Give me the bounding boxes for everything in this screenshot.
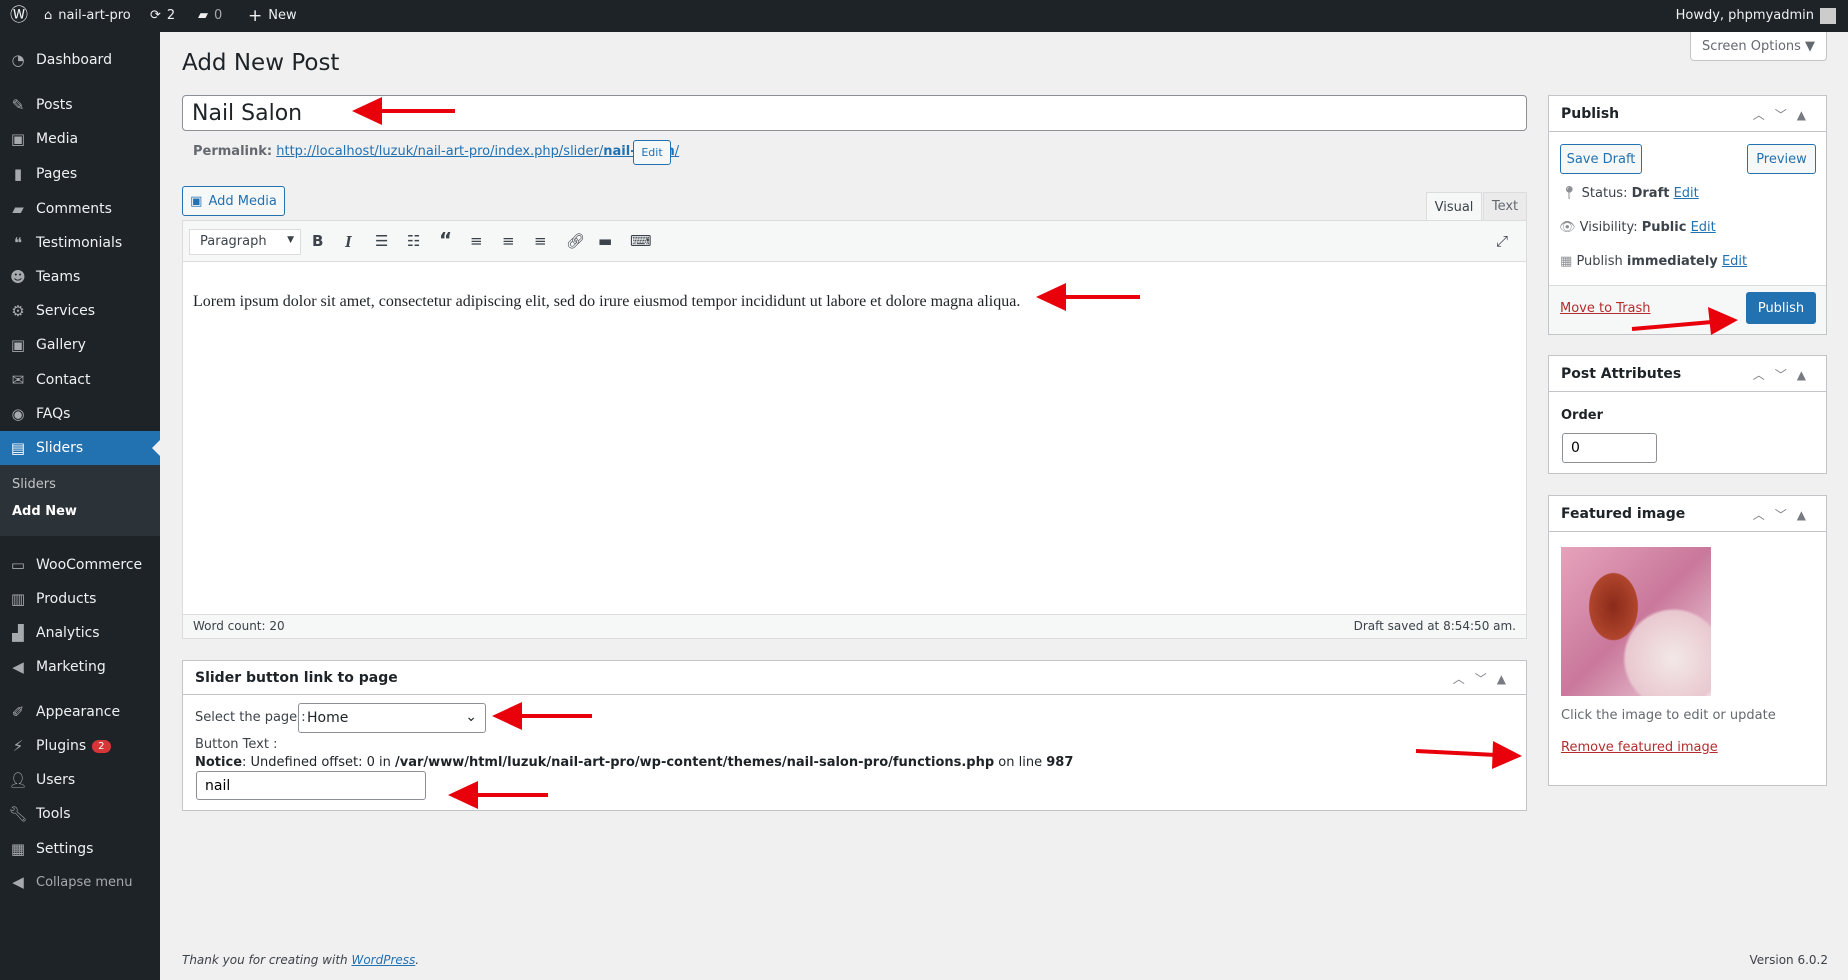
arrow-icon [1036,283,1066,311]
arrow-icon [448,781,478,809]
arrow-icon [1708,307,1738,335]
arrow-icon [492,702,522,730]
arrow-icon [1492,741,1522,769]
annotation-arrows [352,97,1738,809]
arrow-icon [352,97,382,125]
